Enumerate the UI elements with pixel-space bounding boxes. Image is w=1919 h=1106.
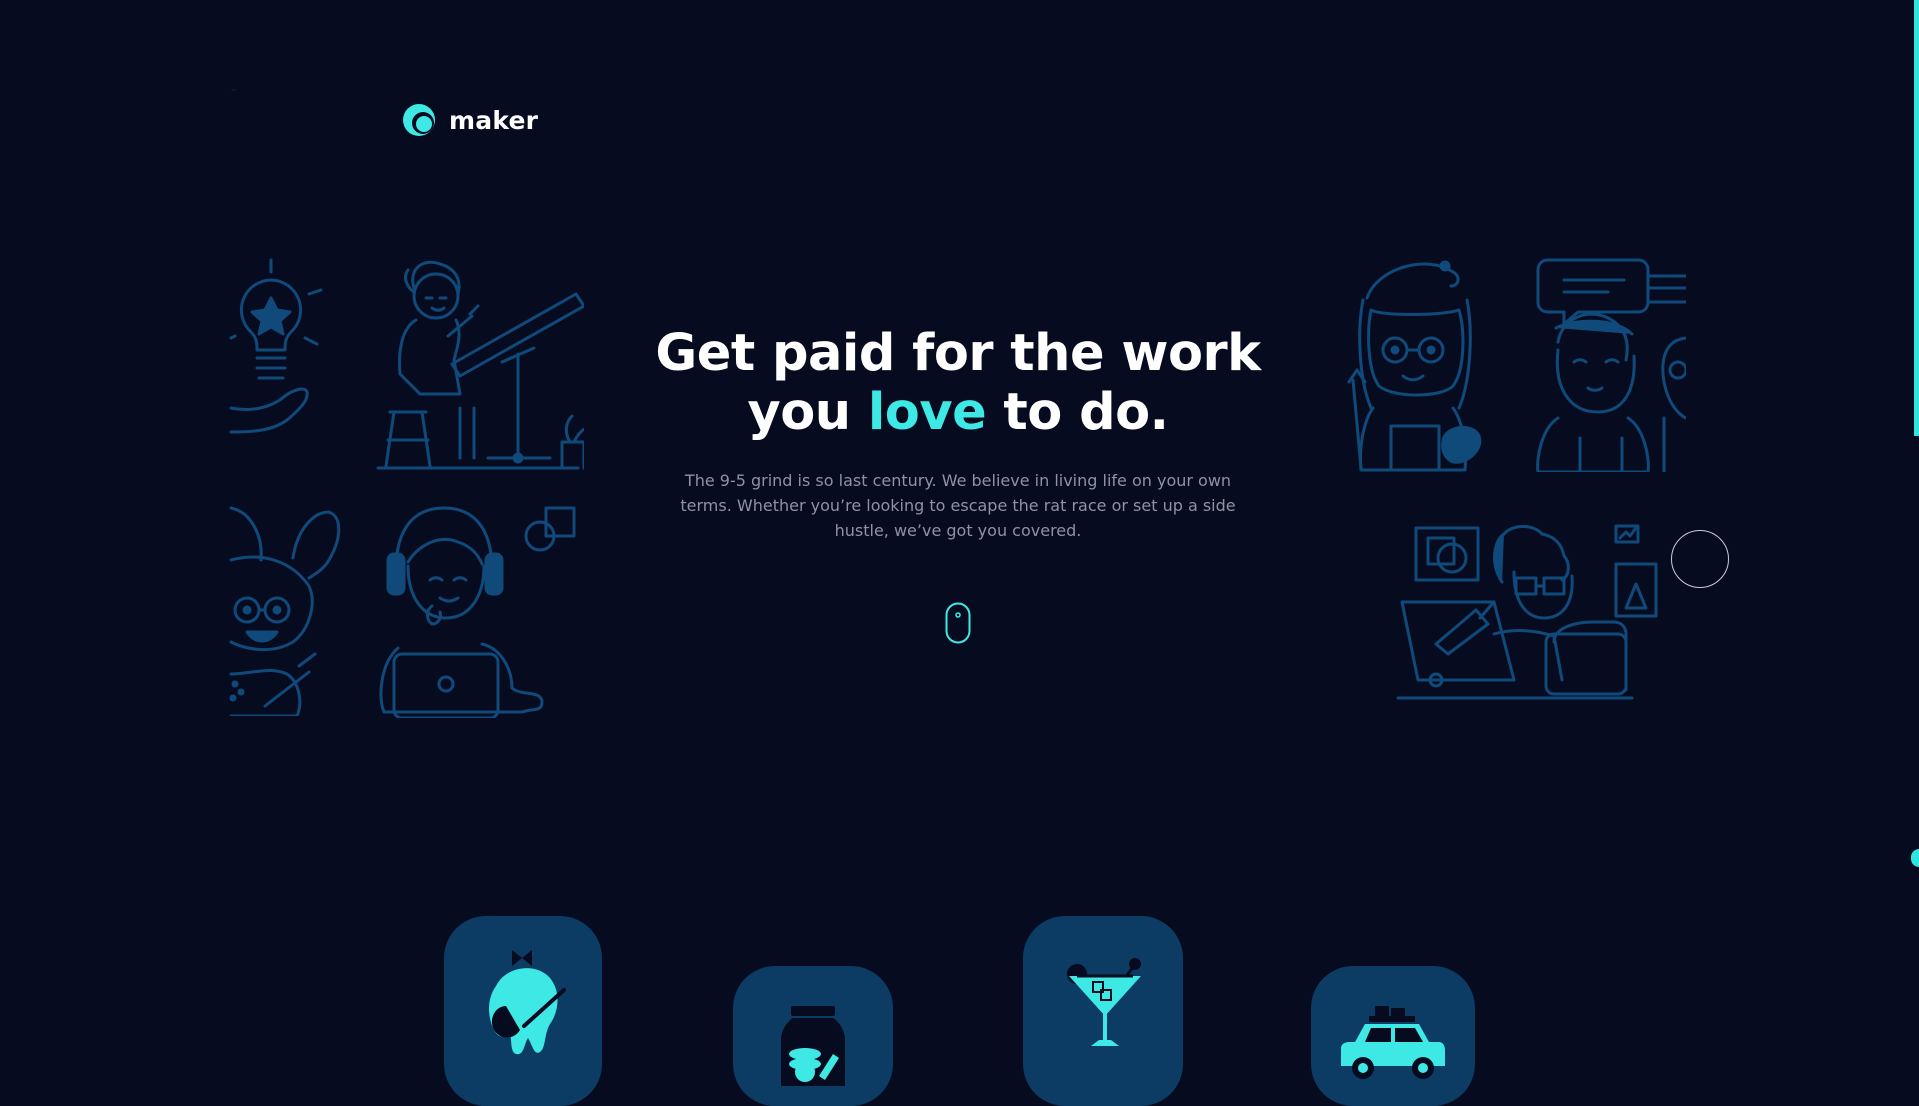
headphones-laptop-woman-illustration xyxy=(379,506,576,718)
car-roof-luggage-icon xyxy=(1341,1006,1445,1079)
scroll-edge-dot xyxy=(1911,849,1919,867)
headline-post: to do. xyxy=(986,383,1169,442)
bunny-ears-girl-illustration xyxy=(229,506,341,716)
brand-name: maker xyxy=(449,105,539,135)
designer-tablet-man-illustration xyxy=(1396,524,1658,700)
chat-man-illustration xyxy=(1536,258,1686,472)
lightbulb-star-icon xyxy=(229,258,323,434)
paint-palette-icon xyxy=(489,950,566,1055)
cursor-ring xyxy=(1671,530,1729,588)
feature-card-art xyxy=(444,916,602,1106)
cocktail-glass-icon xyxy=(1067,958,1141,1046)
decor-dots: ·· xyxy=(231,86,237,95)
hero-section: Get paid for the work you love to do. Th… xyxy=(640,324,1276,543)
feature-card-travel xyxy=(1311,966,1475,1106)
headline-accent: love xyxy=(867,383,987,442)
headline-pre: you xyxy=(747,383,868,442)
scroll-down-mouse-icon[interactable] xyxy=(945,602,971,644)
drafting-woman-illustration xyxy=(376,260,584,470)
feature-card-leisure xyxy=(1023,916,1183,1106)
feature-card-savings xyxy=(733,966,893,1106)
artist-beret-woman-illustration xyxy=(1347,260,1482,472)
coin-jar-icon xyxy=(781,1006,845,1086)
page-scrollbar[interactable] xyxy=(1914,0,1919,436)
hero-description: The 9-5 grind is so last century. We bel… xyxy=(680,471,1236,540)
headline-line1: Get paid for the work xyxy=(655,324,1261,383)
brand-logo[interactable]: maker xyxy=(402,102,538,138)
hero-headline: Get paid for the work you love to do. xyxy=(640,324,1276,442)
maker-logo-icon xyxy=(403,104,435,136)
